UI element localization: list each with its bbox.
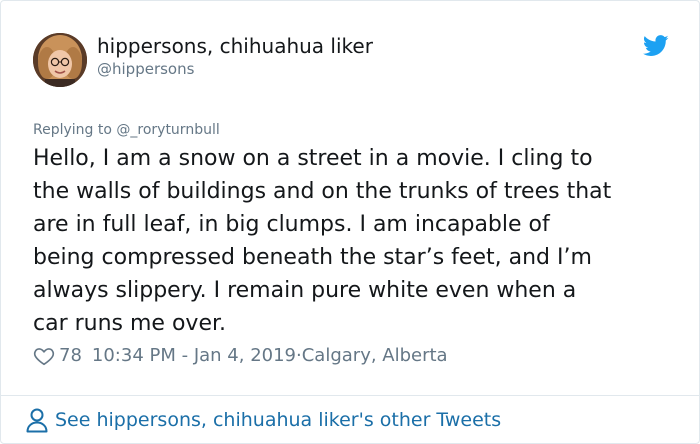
avatar[interactable] — [33, 33, 87, 87]
tweet-text-line: Hello, I am a snow on a street in a movi… — [33, 146, 593, 171]
tweet-text: Hello, I am a snow on a street in a movi… — [33, 142, 683, 340]
person-icon — [26, 408, 48, 433]
tweet-meta: 78 10:34 PM - Jan 4, 2019 · Calgary, Alb… — [33, 344, 448, 368]
like-count[interactable]: 78 — [59, 344, 82, 368]
divider — [1, 395, 699, 396]
author-handle[interactable]: @hippersons — [97, 59, 194, 79]
tweet-text-line: always slippery. I remain pure white eve… — [33, 278, 577, 303]
reply-context: Replying to @_roryturnbull — [33, 121, 220, 139]
reply-to-link[interactable]: @_roryturnbull — [116, 122, 219, 138]
other-tweets-label[interactable]: See hippersons, chihuahua liker's other … — [55, 407, 501, 433]
tweet-text-line: car runs me over. — [33, 311, 226, 336]
reply-prefix: Replying to — [33, 122, 117, 138]
other-tweets-link[interactable]: See hippersons, chihuahua liker's other … — [25, 407, 501, 433]
heart-icon[interactable] — [33, 345, 55, 367]
tweet-card: hippersons, chihuahua liker @hippersons … — [0, 0, 700, 444]
timestamp[interactable]: 10:34 PM - Jan 4, 2019 — [92, 344, 296, 368]
tweet-text-line: are in full leaf, in big clumps. I am in… — [33, 212, 550, 237]
avatar-image — [33, 33, 87, 87]
author-name[interactable]: hippersons, chihuahua liker — [97, 34, 373, 58]
twitter-bird-icon[interactable] — [643, 35, 669, 57]
tweet-text-line: being compressed beneath the star’s feet… — [33, 245, 592, 270]
tweet-text-line: the walls of buildings and on the trunks… — [33, 179, 612, 204]
location[interactable]: Calgary, Alberta — [302, 344, 448, 368]
